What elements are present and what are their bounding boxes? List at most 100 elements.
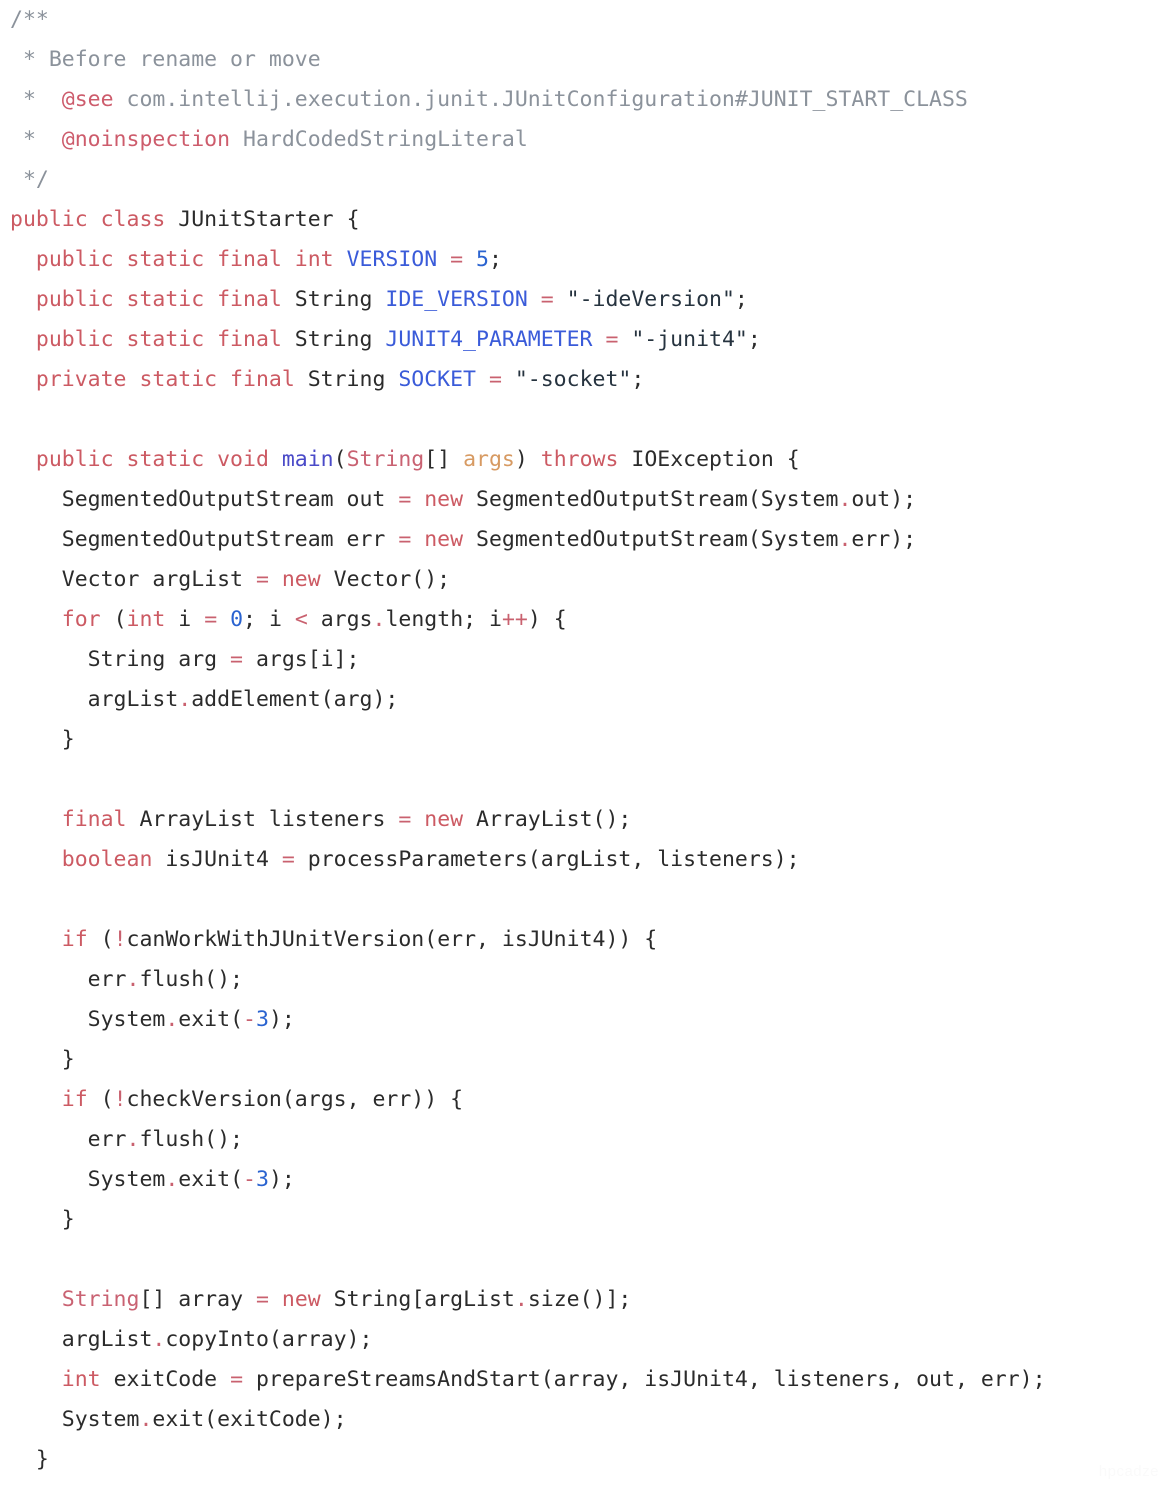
code-line: } xyxy=(10,1040,1046,1080)
token-punc: ; xyxy=(631,367,645,392)
token-op: = xyxy=(243,567,282,592)
token-plain: err xyxy=(10,967,127,992)
token-kw: new xyxy=(281,1287,334,1312)
token-kw: if xyxy=(61,927,101,952)
token-cmt: * xyxy=(10,127,62,152)
token-type: IOException xyxy=(631,447,774,472)
token-plain: flush(); xyxy=(139,967,244,992)
token-plain: i xyxy=(268,607,295,632)
token-op: = xyxy=(385,487,425,512)
token-plain: SegmentedOutputStream err xyxy=(10,527,386,552)
token-op: ! xyxy=(113,1087,127,1112)
token-plain: prepareStreamsAndStart(array, isJUnit4, … xyxy=(255,1367,1046,1392)
token-cmt: HardCodedStringLiteral xyxy=(230,127,528,152)
token-type: String xyxy=(294,327,386,352)
token-plain: exit( xyxy=(178,1167,244,1192)
code-line: public static final String JUNIT4_PARAME… xyxy=(10,320,1046,360)
token-punc: ( xyxy=(333,447,347,472)
code-line: public static final int VERSION = 5; xyxy=(10,240,1046,280)
token-op: ++ xyxy=(501,607,528,632)
token-const: IDE_VERSION xyxy=(385,287,528,312)
token-plain: } xyxy=(10,1047,75,1072)
token-kw: int xyxy=(61,1367,114,1392)
token-plain: SegmentedOutputStream(System xyxy=(476,487,839,512)
token-plain: exitCode xyxy=(113,1367,218,1392)
token-plain: flush(); xyxy=(139,1127,244,1152)
token-type: String xyxy=(307,367,399,392)
token-op: = xyxy=(385,807,425,832)
code-line: final ArrayList listeners = new ArrayLis… xyxy=(10,800,1046,840)
token-param: args xyxy=(463,447,515,472)
code-line: if (!checkVersion(args, err)) { xyxy=(10,1080,1046,1120)
code-editor[interactable]: /** * Before rename or move * @see com.i… xyxy=(0,0,1167,1490)
token-kw: new xyxy=(424,807,477,832)
token-plain: SegmentedOutputStream(System xyxy=(476,527,839,552)
token-punc: { xyxy=(773,447,800,472)
token-kw: throws xyxy=(540,447,632,472)
code-line: argList.copyInto(array); xyxy=(10,1320,1046,1360)
token-punc: ); xyxy=(268,1167,295,1192)
token-op: = xyxy=(243,1287,282,1312)
token-plain: exit( xyxy=(178,1007,244,1032)
token-punc: [] xyxy=(424,447,464,472)
token-plain: argList xyxy=(10,1327,153,1352)
code-line: argList.addElement(arg); xyxy=(10,680,1046,720)
token-cmt: * Before rename or move xyxy=(10,47,321,72)
token-kw: boolean xyxy=(61,847,166,872)
token-op: = xyxy=(191,607,231,632)
code-line: * @see com.intellij.execution.junit.JUni… xyxy=(10,80,1046,120)
token-plain: System xyxy=(10,1167,166,1192)
token-op: = xyxy=(385,527,425,552)
token-op: = xyxy=(527,287,567,312)
token-tag: @noinspection xyxy=(61,127,231,152)
token-op: . xyxy=(514,1287,528,1312)
token-punc: ( xyxy=(113,607,127,632)
source-code-block[interactable]: /** * Before rename or move * @see com.i… xyxy=(10,0,1046,1480)
token-plain: addElement(arg); xyxy=(191,687,399,712)
code-line: int exitCode = prepareStreamsAndStart(ar… xyxy=(10,1360,1046,1400)
code-line: Vector argList = new Vector(); xyxy=(10,560,1046,600)
token-const: VERSION xyxy=(346,247,438,272)
token-plain: } xyxy=(10,1447,49,1472)
token-plain: ArrayList listeners xyxy=(139,807,386,832)
token-cmt: */ xyxy=(10,167,49,192)
token-const: JUNIT4_PARAMETER xyxy=(385,327,593,352)
code-line: if (!canWorkWithJUnitVersion(err, isJUni… xyxy=(10,920,1046,960)
code-line: } xyxy=(10,1440,1046,1480)
token-op: . xyxy=(838,487,852,512)
token-type: JUnitStarter xyxy=(178,207,334,232)
code-line: System.exit(-3); xyxy=(10,1160,1046,1200)
token-kw: final xyxy=(61,807,140,832)
token-op: . xyxy=(165,1167,179,1192)
code-line: public class JUnitStarter { xyxy=(10,200,1046,240)
code-line: SegmentedOutputStream err = new Segmente… xyxy=(10,520,1046,560)
token-kw: public class xyxy=(10,207,179,232)
code-line: for (int i = 0; i < args.length; i++) { xyxy=(10,600,1046,640)
token-punc: ) { xyxy=(527,607,567,632)
token-plain: i xyxy=(178,607,192,632)
watermark: hpcadze xyxy=(1098,1463,1159,1480)
token-num: 0 xyxy=(230,607,244,632)
token-plain: checkVersion(args, err)) { xyxy=(126,1087,464,1112)
token-str: "-junit4" xyxy=(631,327,748,352)
code-line: err.flush(); xyxy=(10,960,1046,1000)
token-kw: public static final int xyxy=(35,247,347,272)
token-punc: ) xyxy=(514,447,541,472)
token-plain: String[argList xyxy=(333,1287,515,1312)
token-kw: int xyxy=(126,607,179,632)
token-plain: array xyxy=(178,1287,244,1312)
token-plain: } xyxy=(10,727,75,752)
token-punc: { xyxy=(333,207,360,232)
code-line: * Before rename or move xyxy=(10,40,1046,80)
code-line: SegmentedOutputStream out = new Segmente… xyxy=(10,480,1046,520)
token-op: . xyxy=(178,687,192,712)
